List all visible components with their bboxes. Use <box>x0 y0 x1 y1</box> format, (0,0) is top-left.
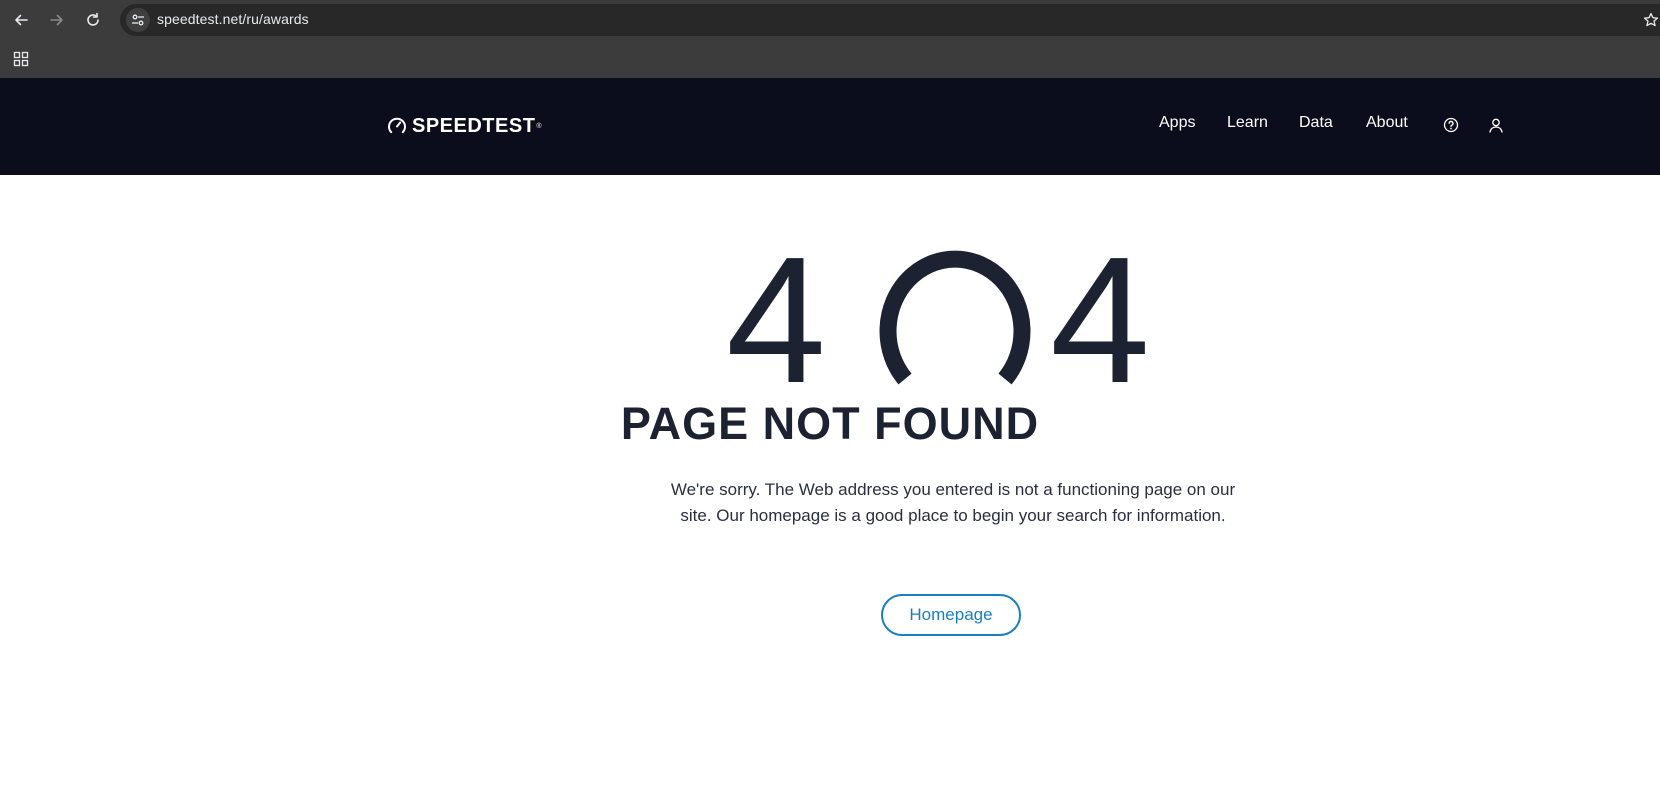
reload-icon[interactable] <box>81 8 105 32</box>
apps-grid-icon[interactable] <box>10 48 32 70</box>
account-icon[interactable] <box>1487 116 1505 134</box>
error-code-last-digit: 4 <box>1050 220 1150 421</box>
speedometer-icon <box>388 117 406 134</box>
speedtest-logo[interactable]: SPEEDTEST ® <box>387 114 542 138</box>
site-header: SPEEDTEST ® Apps Learn Data About <box>0 78 1660 175</box>
site-info-icon[interactable] <box>126 8 150 32</box>
error-message: We're sorry. The Web address you entered… <box>670 480 1236 525</box>
error-code-graphic: 4 4 <box>726 220 1180 421</box>
nav-data[interactable]: Data <box>1299 114 1333 132</box>
address-bar[interactable]: speedtest.net/ru/awards <box>120 4 1660 36</box>
forward-icon[interactable] <box>45 8 69 32</box>
speedometer-ring-icon <box>879 250 1031 385</box>
url-text[interactable]: speedtest.net/ru/awards <box>157 11 309 27</box>
nav-apps[interactable]: Apps <box>1159 114 1195 132</box>
help-icon[interactable] <box>1442 116 1460 134</box>
page-not-found-heading: PAGE NOT FOUND <box>620 398 1040 449</box>
browser-toolbar: speedtest.net/ru/awards <box>0 0 1660 40</box>
logo-trademark: ® <box>536 122 542 130</box>
error-code-first-digit: 4 <box>726 220 826 421</box>
back-icon[interactable] <box>9 8 33 32</box>
bookmark-star-icon[interactable] <box>1640 9 1660 31</box>
homepage-button[interactable]: Homepage <box>881 594 1021 636</box>
bookmarks-bar <box>0 40 1660 79</box>
nav-learn[interactable]: Learn <box>1227 114 1268 132</box>
nav-about[interactable]: About <box>1366 114 1408 132</box>
logo-text: SPEEDTEST <box>412 114 536 137</box>
